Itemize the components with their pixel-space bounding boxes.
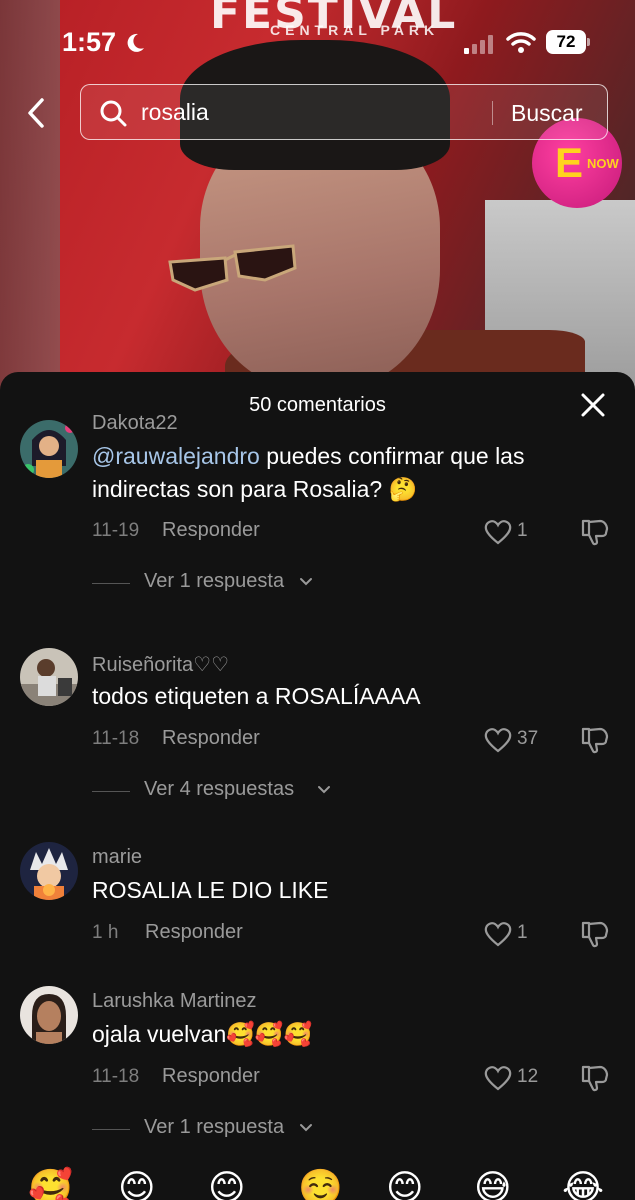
avatar[interactable] — [20, 842, 78, 900]
search-input[interactable] — [141, 97, 441, 127]
comment-text: ojala vuelvan🥰🥰🥰 — [92, 1021, 313, 1047]
search-submit-button[interactable]: Buscar — [511, 100, 583, 127]
chevron-down-icon — [300, 1124, 312, 1132]
heart-icon[interactable] — [484, 519, 512, 545]
search-divider — [492, 101, 493, 125]
comment-text: ROSALIA LE DIO LIKE — [92, 877, 329, 903]
replies-divider-line — [92, 791, 130, 792]
reply-button[interactable]: Responder — [162, 519, 260, 542]
battery-tip — [587, 38, 590, 46]
view-replies-button[interactable]: Ver 1 respuesta — [92, 568, 332, 598]
avatar[interactable] — [20, 420, 78, 478]
search-icon — [100, 100, 127, 127]
comment-item: Ruiseñorita♡♡ todos etiqueten a ROSALÍAA… — [0, 648, 635, 828]
comment-username[interactable]: Larushka Martinez — [92, 990, 257, 1013]
emoji-option[interactable]: 😅 — [474, 1170, 512, 1200]
chevron-down-icon — [300, 578, 312, 586]
emoji-option[interactable]: 😊 — [386, 1170, 424, 1200]
moon-icon — [127, 33, 144, 52]
thumbs-down-icon[interactable] — [580, 1064, 610, 1092]
like-count: 12 — [517, 1066, 539, 1087]
avatar-image — [20, 420, 78, 478]
heart-icon[interactable] — [484, 727, 512, 753]
view-replies-label: Ver 1 respuesta — [144, 570, 285, 592]
comment-item: Dakota22 @rauwalejandro puedes confirmar… — [0, 412, 635, 614]
comment-username[interactable]: marie — [92, 846, 142, 869]
like-count: 1 — [517, 520, 528, 541]
battery-level: 72 — [546, 30, 586, 54]
replies-divider-line — [92, 1129, 130, 1130]
comment-mention-link[interactable]: @rauwalejandro — [92, 443, 260, 469]
heart-icon[interactable] — [484, 1065, 512, 1091]
emoji-option[interactable]: 😂 — [562, 1170, 604, 1200]
comment-item: marie ROSALIA LE DIO LIKE 1 h Responder … — [0, 842, 635, 972]
close-icon[interactable] — [580, 392, 606, 418]
avatar[interactable] — [20, 986, 78, 1044]
reply-button[interactable]: Responder — [162, 1065, 260, 1088]
emoji-option[interactable]: ☺️ — [298, 1170, 343, 1200]
emoji-quick-bar: 🥰 😊 😊 ☺️ 😊 😅 😂 — [0, 1170, 635, 1200]
heart-icon[interactable] — [484, 921, 512, 947]
chevron-down-icon — [318, 786, 330, 794]
reply-button[interactable]: Responder — [145, 921, 243, 944]
comment-date: 11-18 — [92, 1066, 140, 1087]
thumbs-down-icon[interactable] — [580, 518, 610, 546]
comment-date: 11-19 — [92, 520, 140, 541]
view-replies-button[interactable]: Ver 1 respuesta — [92, 1114, 332, 1144]
comment-text: todos etiqueten a ROSALÍAAAA — [92, 683, 421, 709]
reply-button[interactable]: Responder — [162, 727, 260, 750]
comment-item: Larushka Martinez ojala vuelvan🥰🥰🥰 11-18… — [0, 986, 635, 1166]
avatar[interactable] — [20, 648, 78, 706]
view-replies-button[interactable]: Ver 4 respuestas — [92, 776, 352, 806]
emoji-option[interactable]: 😊 — [118, 1170, 156, 1200]
comment-username[interactable]: Ruiseñorita♡♡ — [92, 652, 229, 677]
comment-date: 1 h — [92, 922, 119, 943]
avatar-image — [20, 648, 78, 706]
badge-letter: E — [554, 139, 583, 186]
search-bar[interactable]: Buscar — [80, 84, 608, 140]
avatar-image — [20, 986, 78, 1044]
thumbs-down-icon[interactable] — [580, 920, 610, 948]
comment-username[interactable]: Dakota22 — [92, 412, 178, 435]
emoji-option[interactable]: 🥰 — [28, 1170, 73, 1200]
like-count: 37 — [517, 728, 539, 749]
back-arrow-icon[interactable] — [22, 96, 52, 130]
signal-icon — [464, 35, 493, 54]
like-count: 1 — [517, 922, 528, 943]
comment-date: 11-18 — [92, 728, 140, 749]
avatar-image — [20, 842, 78, 900]
replies-divider-line — [92, 583, 130, 584]
status-bar: 1:57 72 — [0, 0, 635, 80]
view-replies-label: Ver 1 respuesta — [144, 1116, 285, 1138]
emoji-option[interactable]: 😊 — [208, 1170, 246, 1200]
badge-text: NOW — [587, 155, 619, 171]
sunglasses-icon — [168, 244, 297, 292]
thumbs-down-icon[interactable] — [580, 726, 610, 754]
status-time: 1:57 — [62, 27, 117, 57]
view-replies-label: Ver 4 respuestas — [144, 778, 295, 800]
comment-text: @rauwalejandro puedes confirmar que las … — [92, 440, 592, 506]
battery-indicator: 72 — [546, 30, 590, 54]
wifi-icon — [506, 32, 536, 53]
comments-sheet: 50 comentarios Dakota22 @rauwalejandro p… — [0, 372, 635, 1200]
